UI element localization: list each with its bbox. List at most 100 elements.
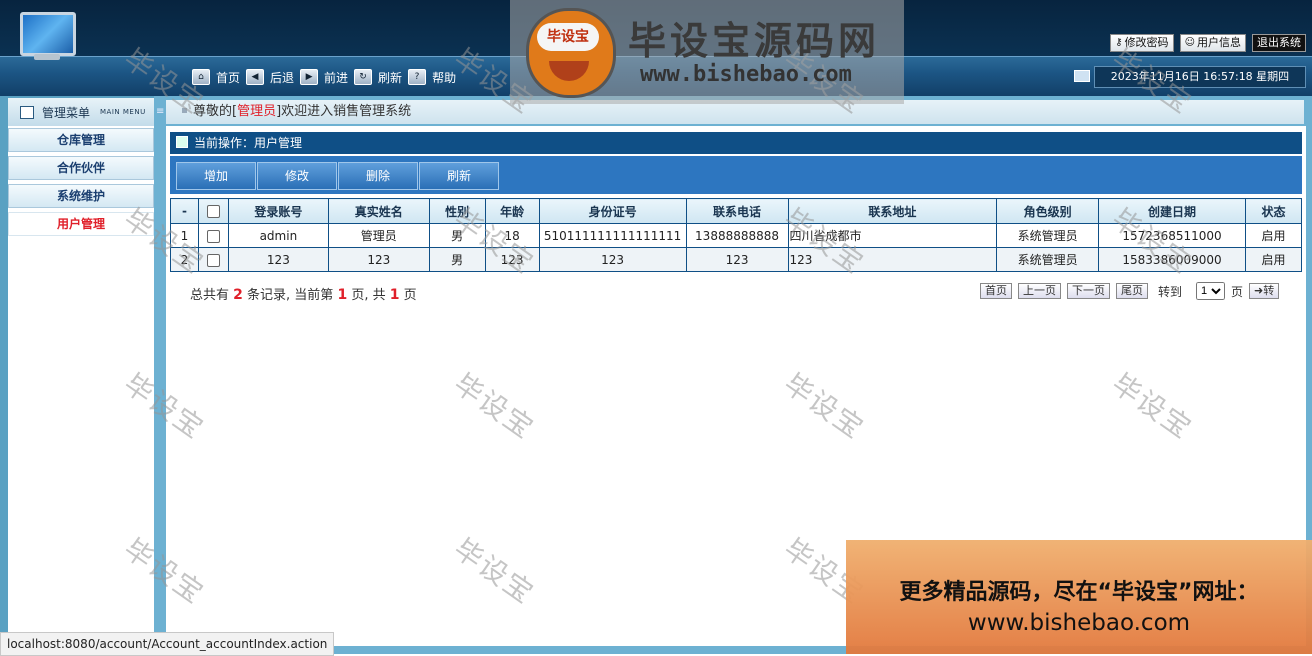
col-status: 状态	[1244, 198, 1303, 224]
pagination-controls: 首页 上一页 下一页 尾页 转到 1 页 ➜转	[980, 282, 1280, 300]
menu-subtitle: MAIN MENU	[100, 108, 146, 116]
menu-title: 管理菜单	[42, 105, 91, 120]
pagination-summary: 总共有 2 条记录, 当前第 1 页, 共 1 页	[190, 287, 417, 303]
home-icon: ⌂	[192, 69, 210, 85]
cell-phone: 123	[685, 247, 789, 272]
nav-refresh[interactable]: ↻ 刷新	[354, 69, 402, 86]
cell-address: 123	[787, 247, 998, 272]
current-operation-bar: 当前操作：用户管理	[170, 132, 1302, 154]
row-index: 2	[170, 247, 199, 272]
prev-page-button[interactable]: 上一页	[1018, 283, 1061, 299]
promo-url: www.bishebao.com	[967, 610, 1191, 636]
sidebar-item-users[interactable]: 用户管理	[8, 212, 154, 236]
col-name: 真实姓名	[327, 198, 430, 224]
refresh-icon: ↻	[354, 69, 373, 85]
nav-back[interactable]: ◀ 后退	[246, 69, 294, 86]
logo-title: 毕设宝源码网	[628, 19, 881, 63]
table-header: - 登录账号 真实姓名 性别 年龄 身份证号 联系电话 联系地址 角色级别 创建…	[170, 198, 1303, 224]
row-select	[197, 247, 229, 272]
top-nav: ⌂ 首页 ◀ 后退 ▶ 前进 ↻ 刷新 ? 帮助	[192, 68, 456, 86]
cell-role: 系统管理员	[996, 223, 1100, 248]
delete-button[interactable]: 删除	[338, 162, 418, 190]
key-icon: ⚷	[1115, 37, 1123, 48]
select-all-checkbox[interactable]	[206, 205, 220, 218]
row-index: 1	[170, 223, 199, 248]
cell-created: 1572368511000	[1098, 223, 1246, 248]
cell-gender: 男	[428, 223, 486, 248]
cell-age: 18	[484, 223, 540, 248]
menu-icon	[20, 105, 34, 119]
back-arrow-icon: ◀	[246, 69, 265, 85]
page-unit-label: 页	[1231, 284, 1244, 299]
last-page-button[interactable]: 尾页	[1116, 283, 1148, 299]
user-icon: ☺	[1184, 37, 1195, 48]
cell-account: admin	[227, 223, 329, 248]
cell-id-number: 123	[538, 247, 687, 272]
logo-badge-icon: 毕设宝	[526, 8, 616, 98]
nav-help[interactable]: ? 帮助	[408, 69, 456, 86]
help-icon: ?	[408, 69, 427, 85]
account-links: ⚷ 修改密码 ☺ 用户信息 退出系统	[1110, 34, 1306, 52]
operation-icon	[176, 136, 188, 148]
change-password-button[interactable]: ⚷ 修改密码	[1110, 34, 1174, 52]
col-select	[197, 198, 229, 224]
cell-gender: 男	[428, 247, 486, 272]
menu-list: 仓库管理 合作伙伴 系统维护 用户管理	[8, 128, 154, 240]
sidebar-splitter[interactable]: ≡	[154, 96, 166, 654]
menu-header: 管理菜单 MAIN MENU	[8, 98, 154, 126]
table-row[interactable]: 1 admin 管理员 男 18 510111111111111111 1388…	[170, 223, 1303, 248]
col-index: -	[170, 198, 199, 224]
cell-age: 123	[484, 247, 540, 272]
row-checkbox[interactable]	[206, 253, 220, 267]
sidebar-item-warehouse[interactable]: 仓库管理	[8, 128, 154, 152]
user-table: - 登录账号 真实姓名 性别 年龄 身份证号 联系电话 联系地址 角色级别 创建…	[170, 198, 1303, 272]
nav-home[interactable]: ⌂ 首页	[192, 69, 240, 86]
goto-label: 转到	[1158, 284, 1183, 299]
user-info-button[interactable]: ☺ 用户信息	[1179, 34, 1246, 52]
cell-created: 1583386009000	[1098, 247, 1246, 272]
browser-status-url: localhost:8080/account/Account_accountIn…	[0, 632, 335, 656]
computer-icon	[1074, 70, 1090, 82]
edit-button[interactable]: 修改	[257, 162, 337, 190]
first-page-button[interactable]: 首页	[980, 283, 1012, 299]
current-page: 1	[337, 287, 348, 303]
monitor-logo-icon	[14, 8, 76, 62]
sidebar-item-partners[interactable]: 合作伙伴	[8, 156, 154, 180]
cell-phone: 13888888888	[685, 223, 789, 248]
page-select[interactable]: 1	[1196, 282, 1226, 300]
next-page-button[interactable]: 下一页	[1067, 283, 1110, 299]
refresh-button[interactable]: 刷新	[419, 162, 499, 190]
sidebar: 管理菜单 MAIN MENU 仓库管理 合作伙伴 系统维护 用户管理	[8, 98, 154, 644]
cell-account: 123	[227, 247, 329, 272]
cell-name: 123	[327, 247, 430, 272]
cell-status: 启用	[1244, 223, 1303, 248]
row-checkbox[interactable]	[206, 229, 220, 243]
go-arrow-icon: ➜	[1254, 284, 1264, 297]
logo-url: www.bishebao.com	[640, 62, 852, 87]
cell-status: 启用	[1244, 247, 1303, 272]
total-records: 2	[233, 287, 243, 303]
sidebar-item-system[interactable]: 系统维护	[8, 184, 154, 208]
nav-forward[interactable]: ▶ 前进	[300, 69, 348, 86]
total-pages: 1	[389, 287, 400, 303]
col-gender: 性别	[428, 198, 486, 224]
datetime-display: 2023年11月16日 16:57:18 星期四	[1094, 66, 1306, 88]
toolbar: 增加 修改 删除 刷新	[170, 156, 1302, 194]
cell-role: 系统管理员	[996, 247, 1100, 272]
user-role: 管理员	[237, 104, 277, 119]
cell-name: 管理员	[327, 223, 430, 248]
go-button[interactable]: ➜转	[1249, 283, 1280, 299]
row-select	[197, 223, 229, 248]
promo-banner: 更多精品源码，尽在“毕设宝”网址： www.bishebao.com	[846, 540, 1312, 654]
col-role: 角色级别	[996, 198, 1100, 224]
col-address: 联系地址	[787, 198, 998, 224]
col-age: 年龄	[484, 198, 540, 224]
forward-arrow-icon: ▶	[300, 69, 319, 85]
logout-button[interactable]: 退出系统	[1252, 34, 1306, 52]
table-row[interactable]: 2 123 123 男 123 123 123 123 系统管理员 158338…	[170, 247, 1303, 272]
col-created: 创建日期	[1098, 198, 1246, 224]
site-logo-overlay: 毕设宝 毕设宝源码网 www.bishebao.com	[510, 0, 904, 104]
add-button[interactable]: 增加	[176, 162, 256, 190]
col-id-number: 身份证号	[538, 198, 687, 224]
col-phone: 联系电话	[685, 198, 789, 224]
